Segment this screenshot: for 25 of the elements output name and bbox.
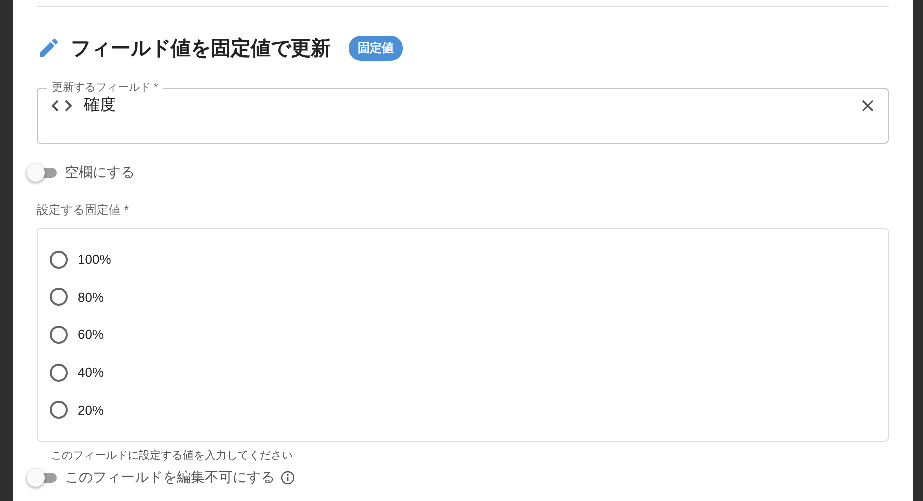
pencil-icon: [37, 36, 61, 60]
radio-button[interactable]: [50, 250, 68, 269]
toggle-switch[interactable]: [29, 166, 59, 180]
field-value: 確度: [84, 96, 117, 116]
radio-button[interactable]: [50, 288, 68, 306]
toggle-switch[interactable]: [29, 471, 59, 485]
radio-label: 40%: [78, 365, 104, 380]
radio-button[interactable]: [50, 401, 68, 420]
radio-label: 60%: [78, 327, 104, 342]
field-select[interactable]: 更新するフィールド * 確度: [37, 81, 889, 144]
switch-label: このフィールドを編集不可にする: [65, 469, 275, 487]
radio-button[interactable]: [50, 326, 68, 344]
helper-text: このフィールドに設定する値を入力してください: [51, 448, 294, 463]
fixed-value-label: 設定する固定値 *: [37, 202, 130, 219]
field-label: 更新するフィールド *: [51, 81, 160, 95]
radio-label: 20%: [78, 402, 104, 418]
mode-badge: 固定値: [349, 36, 403, 60]
radio-label: 80%: [78, 290, 104, 305]
info-icon: [281, 471, 295, 485]
radio-button[interactable]: [50, 364, 68, 382]
switch-label: 空欄にする: [65, 164, 135, 182]
radio-label: 100%: [78, 252, 112, 268]
code-icon: [52, 98, 72, 112]
clear-icon[interactable]: [862, 100, 874, 112]
dialog-title: フィールド値を固定値で更新: [71, 36, 331, 62]
